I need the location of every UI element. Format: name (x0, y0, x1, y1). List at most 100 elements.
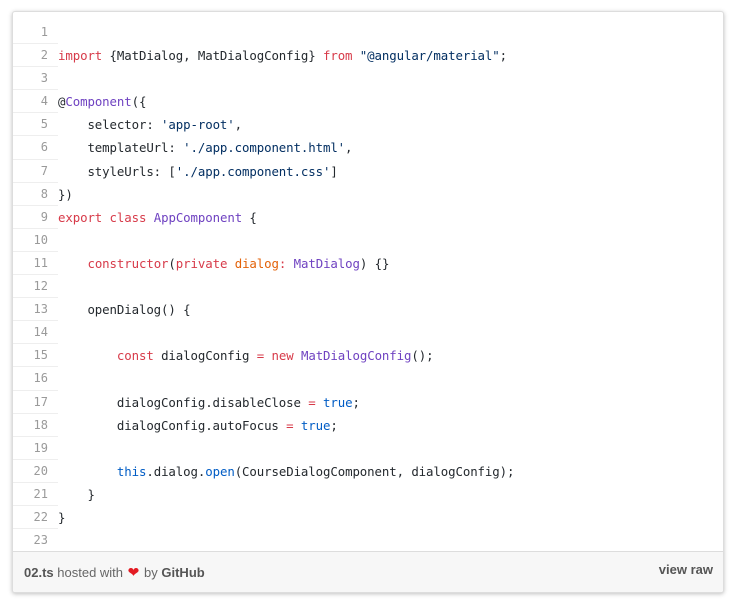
code-text: import {MatDialog, MatDialogConfig} from… (58, 44, 507, 67)
heart-icon: ❤ (127, 564, 140, 580)
code-text: selector: 'app-root', (58, 113, 242, 136)
code-line: 6 templateUrl: './app.component.html', (13, 136, 723, 160)
code-token: ( (168, 255, 176, 271)
code-token: './app.component.css' (175, 163, 331, 179)
code-token: .dialog. (146, 463, 206, 479)
view-raw-link[interactable]: view raw (659, 562, 713, 577)
code-line: 15 const dialogConfig = new MatDialogCon… (13, 344, 723, 368)
code-line: 3 (13, 67, 723, 91)
github-link[interactable]: GitHub (161, 565, 204, 580)
code-token: true (300, 417, 331, 433)
code-text: } (58, 506, 65, 529)
code-line: 2 import {MatDialog, MatDialogConfig} fro… (13, 44, 723, 68)
code-line: 13 openDialog() { (13, 298, 723, 322)
code-line: 4 @Component({ (13, 90, 723, 114)
code-line: 14 (13, 321, 723, 345)
code-token: = (286, 417, 294, 433)
code-text: this.dialog.open(CourseDialogComponent, … (58, 460, 515, 483)
code-text: constructor(private dialog: MatDialog) {… (58, 252, 389, 275)
code-text: templateUrl: './app.component.html', (58, 136, 352, 159)
code-token: dialog (234, 255, 279, 271)
code-token: ; (330, 417, 338, 433)
code-text: export class AppComponent { (58, 206, 257, 229)
code-token: new (271, 348, 294, 364)
code-token: } (58, 486, 95, 502)
code-line: 23 (13, 529, 723, 553)
line-number[interactable]: 1 (13, 21, 58, 45)
line-number[interactable]: 11 (13, 252, 58, 276)
line-number[interactable]: 18 (13, 414, 58, 437)
code-token: 'app-root' (161, 117, 235, 133)
line-number[interactable]: 22 (13, 506, 58, 530)
line-number[interactable]: 8 (13, 183, 58, 206)
code-line: 7 styleUrls: ['./app.component.css'] (13, 160, 723, 183)
line-number[interactable]: 9 (13, 206, 58, 229)
line-number[interactable]: 2 (13, 44, 58, 68)
code-line: 8}) (13, 183, 723, 206)
line-number[interactable]: 15 (13, 344, 58, 368)
gist-filename-link[interactable]: 02.ts (24, 565, 54, 580)
code-token: ; (499, 48, 508, 64)
code-line: 9 export class AppComponent { (13, 206, 723, 229)
line-number[interactable]: 19 (13, 437, 58, 460)
by-text: by (144, 565, 158, 580)
code-token: true (322, 394, 353, 410)
code-token: dialogConfig.autoFocus (58, 417, 287, 433)
code-token: {MatDialog, MatDialogConfig} (102, 48, 323, 64)
code-token: }) (58, 186, 73, 202)
code-line: 10 (13, 229, 723, 253)
line-number[interactable]: 16 (13, 367, 58, 391)
line-number[interactable]: 6 (13, 136, 58, 160)
code-line: 18 dialogConfig.autoFocus = true; (13, 414, 723, 437)
code-text: @Component({ (58, 90, 146, 113)
line-number[interactable]: 20 (13, 460, 58, 483)
hosted-with-text: hosted with (57, 565, 124, 580)
line-number[interactable]: 3 (13, 67, 58, 91)
line-number[interactable]: 17 (13, 391, 58, 414)
line-number[interactable]: 7 (13, 160, 58, 183)
code-token: } (58, 509, 66, 525)
line-number[interactable]: 23 (13, 529, 58, 553)
code-token: , (345, 140, 353, 156)
code-token: ) {} (359, 255, 390, 271)
line-number[interactable]: 13 (13, 298, 58, 322)
code-token: selector: (58, 117, 162, 133)
code-token: private (175, 255, 228, 271)
code-line: 21 } (13, 483, 723, 507)
line-number[interactable]: 12 (13, 275, 58, 299)
gist-embed: 1 2 import {MatDialog, MatDialogConfig} fr… (12, 11, 724, 593)
code-token: ; (352, 394, 360, 410)
code-token: openDialog() { (58, 302, 191, 318)
code-token: MatDialogConfig (300, 348, 412, 364)
gist-meta: 02.ts hosted with ❤ by GitHub (24, 564, 205, 581)
code-token: (); (411, 348, 434, 364)
line-number[interactable]: 5 (13, 113, 58, 137)
code-line: 20 this.dialog.open(CourseDialogComponen… (13, 460, 723, 483)
code-token: MatDialog (293, 255, 360, 271)
code-token: AppComponent (153, 209, 243, 225)
code-line: 17 dialogConfig.disableClose = true; (13, 391, 723, 414)
line-number[interactable]: 10 (13, 229, 58, 253)
code-line: 16 (13, 367, 723, 391)
code-token: dialogConfig (153, 348, 257, 364)
code-token: { (242, 209, 257, 225)
gist-footer: 02.ts hosted with ❤ by GitHub view raw (13, 551, 723, 592)
code-line: 5 selector: 'app-root', (13, 113, 723, 137)
line-number[interactable]: 14 (13, 321, 58, 345)
line-number[interactable]: 21 (13, 483, 58, 507)
code-token: ] (330, 163, 338, 179)
code-token: styleUrls: [ (58, 163, 176, 179)
code-token: export (58, 209, 103, 225)
line-number[interactable]: 4 (13, 90, 58, 114)
code-line: 12 (13, 275, 723, 299)
